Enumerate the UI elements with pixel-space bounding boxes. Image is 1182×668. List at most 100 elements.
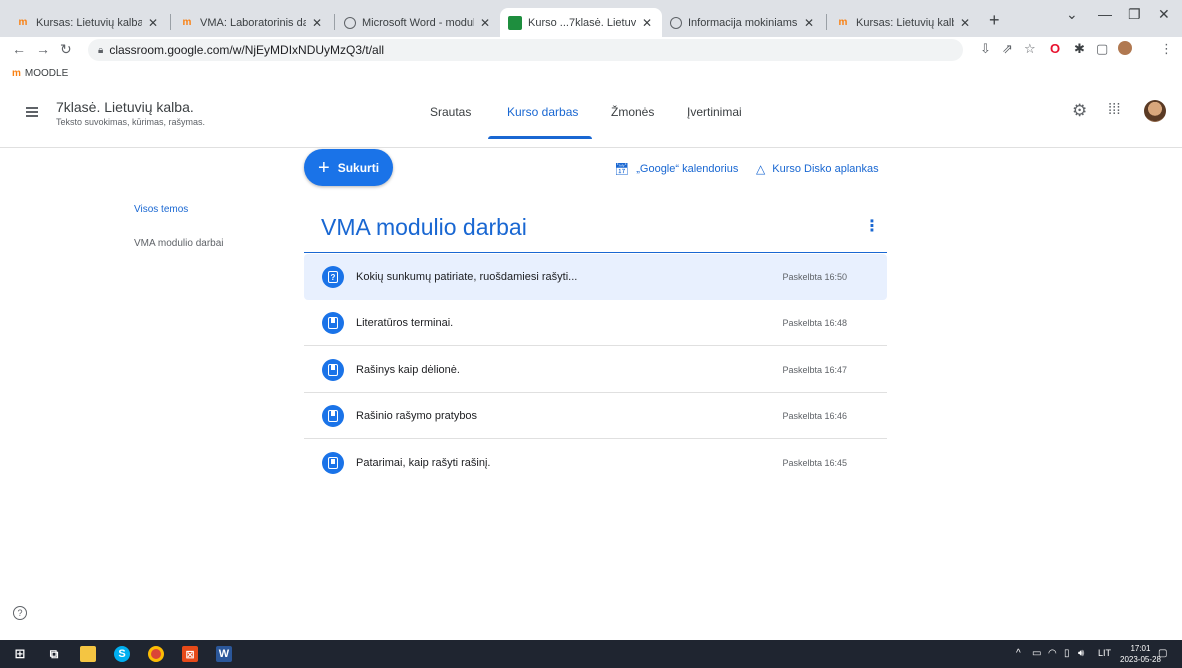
chrome-icon[interactable]	[148, 646, 164, 662]
system-clock[interactable]: 17:01 2023-05-28	[1120, 643, 1161, 665]
calendar-icon: 📅︎	[614, 162, 630, 176]
notification-center-icon[interactable]: ▯	[1064, 648, 1070, 659]
close-tab-icon[interactable]: ✕	[478, 16, 492, 30]
moodle-icon: m	[182, 17, 192, 28]
tab-search-icon[interactable]: ⌄	[1066, 6, 1078, 23]
bookmark-moodle[interactable]: MOODLE	[25, 68, 68, 79]
browser-tab[interactable]: m Kursas: Lietuvių kalba. 7 kla ✕	[8, 8, 168, 37]
moodle-icon: m	[18, 17, 28, 28]
item-title: Patarimai, kaip rašyti rašinį.	[356, 457, 491, 469]
task-view-icon[interactable]: ⧉	[46, 646, 62, 662]
list-item[interactable]: Rašinys kaip dėlionė. Paskelbta 16:47	[304, 347, 887, 393]
topic-divider	[304, 252, 887, 253]
help-icon[interactable]: ?	[13, 606, 27, 620]
browser-tab[interactable]: m Kursas: Lietuvių kalba. 7 kla ✕	[828, 8, 980, 37]
plus-icon: +	[318, 156, 330, 179]
forward-icon[interactable]: →	[36, 41, 50, 57]
tab-people[interactable]: Žmonės	[611, 105, 654, 119]
wifi-icon[interactable]: ◠	[1048, 648, 1057, 659]
maximize-icon[interactable]: ❐	[1128, 6, 1141, 23]
battery-icon[interactable]: ▭	[1032, 648, 1041, 659]
classroom-header: 7klasė. Lietuvių kalba. Teksto suvokimas…	[0, 83, 1182, 148]
windows-start-icon[interactable]: ⊞	[12, 646, 28, 662]
sidebar-item-vma-topic[interactable]: VMA modulio darbai	[134, 238, 224, 249]
course-drive-folder-link[interactable]: △ Kurso Disko aplankas	[756, 162, 879, 176]
settings-gear-icon[interactable]: ⚙	[1072, 101, 1087, 121]
url-bar[interactable]: 🔒︎ classroom.google.com/w/NjEyMDIxNDUyMz…	[88, 39, 963, 61]
main-menu-icon[interactable]	[26, 107, 38, 117]
close-tab-icon[interactable]: ✕	[640, 16, 654, 30]
apps-grid-icon[interactable]: ⁞⁞⁞	[1108, 101, 1121, 118]
bookmark-star-icon[interactable]: ☆	[1024, 41, 1036, 57]
reload-icon[interactable]: ↻	[60, 41, 72, 58]
new-tab-icon[interactable]: +	[989, 10, 1000, 31]
active-tab-indicator	[488, 136, 592, 139]
file-explorer-icon[interactable]	[80, 646, 96, 662]
create-button[interactable]: + Sukurti	[304, 149, 393, 186]
tab-divider	[826, 14, 827, 30]
google-calendar-link[interactable]: 📅︎ „Google“ kalendorius	[614, 162, 738, 176]
side-panel-icon[interactable]: ▢	[1096, 41, 1108, 57]
profile-avatar[interactable]	[1118, 41, 1132, 55]
install-app-icon[interactable]: ⇩	[980, 41, 991, 57]
globe-icon	[344, 16, 356, 29]
show-hidden-icons-icon[interactable]: ^	[1016, 648, 1021, 659]
tab-classwork[interactable]: Kurso darbas	[507, 105, 578, 119]
share-icon[interactable]: ⇗	[1002, 41, 1013, 57]
browser-menu-icon[interactable]: ⋮	[1160, 41, 1173, 57]
minimize-icon[interactable]: —	[1098, 6, 1112, 22]
input-language[interactable]: LIT	[1098, 648, 1111, 658]
office-icon[interactable]: ⊠	[182, 646, 198, 662]
close-window-icon[interactable]: ✕	[1158, 6, 1170, 23]
course-title[interactable]: 7klasė. Lietuvių kalba.	[56, 99, 194, 115]
back-icon[interactable]: ←	[12, 41, 26, 57]
tab-divider	[334, 14, 335, 30]
list-item[interactable]: Literatūros terminai. Paskelbta 16:48	[304, 300, 887, 346]
topic-more-options-icon[interactable]: ⋮	[864, 216, 880, 236]
tab-stream[interactable]: Srautas	[430, 105, 471, 119]
action-center-icon[interactable]: ▢	[1158, 648, 1167, 659]
list-item[interactable]: Patarimai, kaip rašyti rašinį. Paskelbta…	[304, 440, 887, 486]
drive-icon: △	[756, 162, 766, 176]
browser-tab-strip: m Kursas: Lietuvių kalba. 7 kla ✕ m VMA:…	[0, 0, 1182, 37]
volume-icon[interactable]: 🔊︎	[1078, 648, 1084, 659]
close-tab-icon[interactable]: ✕	[958, 16, 972, 30]
course-subtitle: Teksto suvokimas, kūrimas, rašymas.	[56, 117, 206, 127]
browser-tab[interactable]: m VMA: Laboratorinis darbas ✕	[172, 8, 332, 37]
globe-icon	[670, 16, 682, 29]
list-item[interactable]: Rašinio rašymo pratybos Paskelbta 16:46	[304, 393, 887, 439]
tab-grades[interactable]: Įvertinimai	[687, 105, 742, 119]
material-icon	[322, 404, 344, 427]
close-tab-icon[interactable]: ✕	[802, 16, 816, 30]
extensions-icon[interactable]: ✱	[1074, 41, 1085, 57]
material-icon	[322, 358, 344, 381]
item-title: Rašinio rašymo pratybos	[356, 409, 478, 422]
skype-icon[interactable]: S	[114, 646, 130, 662]
close-tab-icon[interactable]: ✕	[310, 16, 324, 30]
browser-tab-active[interactable]: Kurso ...7klasė. Lietuvių kalb ✕	[500, 8, 662, 37]
item-title: Kokių sunkumų patiriate, ruošdamiesi raš…	[356, 271, 578, 283]
opera-extension-icon[interactable]: O	[1050, 41, 1060, 56]
user-avatar[interactable]	[1144, 100, 1166, 122]
browser-tab[interactable]: Microsoft Word - modulis- ✕	[336, 8, 500, 37]
item-posted-time: Paskelbta 16:47	[782, 364, 847, 375]
word-icon[interactable]: W	[216, 646, 232, 662]
moodle-icon: m	[838, 17, 848, 28]
list-item[interactable]: ? Kokių sunkumų patiriate, ruošdamiesi r…	[304, 254, 887, 300]
item-posted-time: Paskelbta 16:50	[782, 272, 847, 282]
browser-tab[interactable]: Informacija mokiniams ✕	[662, 8, 824, 37]
item-title: Literatūros terminai.	[356, 316, 454, 329]
material-icon	[322, 311, 344, 334]
sidebar-item-all-topics[interactable]: Visos temos	[134, 204, 188, 215]
material-icon	[322, 452, 344, 474]
item-title: Rašinys kaip dėlionė.	[356, 363, 460, 376]
bookmarks-bar: m MOODLE	[0, 63, 1182, 83]
tab-divider	[170, 14, 171, 30]
close-tab-icon[interactable]: ✕	[146, 16, 160, 30]
item-posted-time: Paskelbta 16:45	[782, 458, 847, 468]
moodle-icon: m	[12, 67, 21, 79]
topic-title[interactable]: VMA modulio darbai	[321, 214, 527, 241]
lock-icon: 🔒︎	[98, 44, 104, 56]
item-posted-time: Paskelbta 16:48	[782, 317, 847, 328]
classroom-icon	[508, 15, 522, 30]
